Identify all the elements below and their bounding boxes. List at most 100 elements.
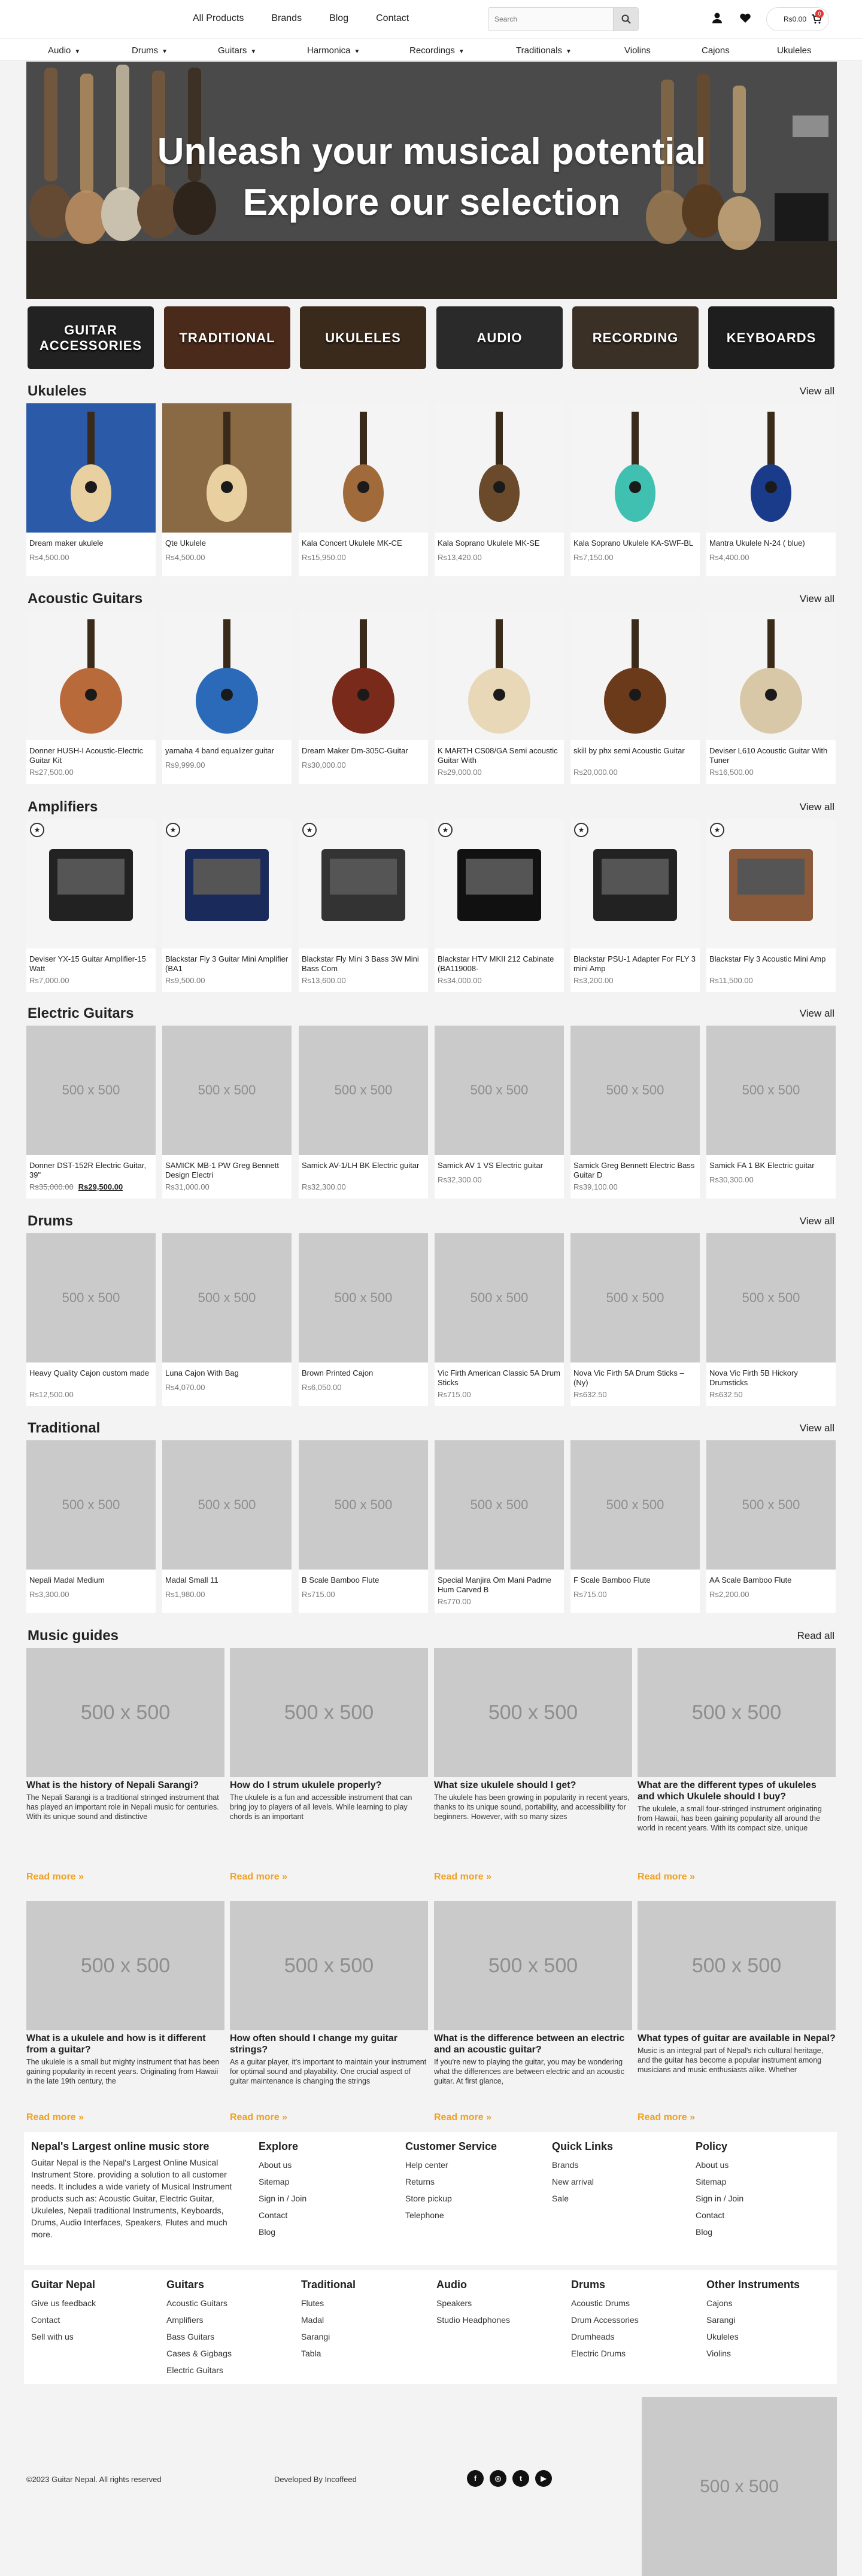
product-name[interactable]: Mantra Ukulele N-24 ( blue) <box>709 539 834 548</box>
guide-image[interactable]: 500 x 500 <box>26 1901 224 2030</box>
footer-link[interactable]: Contact <box>696 2207 743 2224</box>
tile-keyboards[interactable]: KEYBOARDS <box>708 306 834 369</box>
read-more-link[interactable]: Read more » <box>230 2112 287 2123</box>
product-image[interactable]: 500 x 500 <box>26 1233 156 1362</box>
footer-link[interactable]: Sitemap <box>259 2173 306 2190</box>
product-name[interactable]: Samick FA 1 BK Electric guitar <box>709 1161 834 1170</box>
product-image[interactable] <box>26 611 156 740</box>
product-card[interactable]: ★ Blackstar HTV MKII 212 Cabinate (BA1190… <box>435 819 564 992</box>
product-card[interactable]: Dream Maker Dm-305C-Guitar Rs30,000.00 <box>299 611 428 784</box>
footer-link[interactable]: Electric Guitars <box>166 2362 232 2379</box>
product-name[interactable]: Vic Firth American Classic 5A Drum Stick… <box>438 1368 562 1388</box>
product-image[interactable]: 500 x 500 <box>299 1026 428 1155</box>
product-image[interactable]: 500 x 500 <box>706 1026 836 1155</box>
footer-link[interactable]: Flutes <box>301 2295 356 2312</box>
wishlist-heart-icon[interactable] <box>739 12 751 27</box>
product-name[interactable]: yamaha 4 band equalizer guitar <box>165 746 290 756</box>
product-image[interactable] <box>706 403 836 533</box>
read-more-link[interactable]: Read more » <box>26 1872 84 1882</box>
product-image[interactable]: ★ <box>162 819 292 948</box>
product-card[interactable]: 500 x 500 Nepali Madal Medium Rs3,300.00 <box>26 1440 156 1613</box>
product-card[interactable]: K MARTH CS08/GA Semi acoustic Guitar Wit… <box>435 611 564 784</box>
guide-title[interactable]: What are the different types of ukuleles… <box>638 1780 836 1802</box>
product-name[interactable]: Brown Printed Cajon <box>302 1368 426 1378</box>
product-card[interactable]: ★ Blackstar PSU-1 Adapter For FLY 3 mini … <box>570 819 700 992</box>
product-card[interactable]: Kala Soprano Ukulele KA-SWF-BL Rs7,150.00 <box>570 403 700 576</box>
footer-link[interactable]: New arrival <box>552 2173 613 2190</box>
footer-link[interactable]: Tabla <box>301 2345 356 2362</box>
account-icon[interactable] <box>711 12 723 27</box>
product-image[interactable]: 500 x 500 <box>162 1233 292 1362</box>
tile-traditional[interactable]: TRADITIONAL <box>164 306 290 369</box>
footer-link[interactable]: Give us feedback <box>31 2295 96 2312</box>
category-harmonica[interactable]: Harmonica ▼ <box>307 45 360 56</box>
footer-link[interactable]: Sitemap <box>696 2173 743 2190</box>
product-name[interactable]: Samick AV-1/LH BK Electric guitar <box>302 1161 426 1170</box>
product-name[interactable]: skill by phx semi Acoustic Guitar <box>573 746 698 756</box>
product-name[interactable]: Special Manjira Om Mani Padme Hum Carved… <box>438 1576 562 1595</box>
product-name[interactable]: Samick Greg Bennett Electric Bass Guitar… <box>573 1161 698 1180</box>
product-name[interactable]: Samick AV 1 VS Electric guitar <box>438 1161 562 1170</box>
guide-title[interactable]: What size ukulele should I get? <box>434 1780 632 1791</box>
guide-card[interactable]: 500 x 500 What types of guitar are availa… <box>638 1901 836 2075</box>
product-image[interactable]: ★ <box>706 819 836 948</box>
guide-card[interactable]: 500 x 500 How often should I change my gu… <box>230 1901 428 2086</box>
product-image[interactable]: 500 x 500 <box>706 1440 836 1570</box>
guide-image[interactable]: 500 x 500 <box>230 1648 428 1777</box>
read-more-link[interactable]: Read more » <box>26 2112 84 2123</box>
product-image[interactable] <box>706 611 836 740</box>
product-card[interactable]: 500 x 500 Special Manjira Om Mani Padme H… <box>435 1440 564 1613</box>
product-image[interactable]: 500 x 500 <box>299 1233 428 1362</box>
product-card[interactable]: 500 x 500 AA Scale Bamboo Flute Rs2,200.00 <box>706 1440 836 1613</box>
footer-link[interactable]: Bass Guitars <box>166 2328 232 2345</box>
instagram-icon[interactable]: ◎ <box>490 2470 506 2487</box>
product-card[interactable]: Kala Soprano Ukulele MK-SE Rs13,420.00 <box>435 403 564 576</box>
product-card[interactable]: 500 x 500 F Scale Bamboo Flute Rs715.00 <box>570 1440 700 1613</box>
product-image[interactable]: 500 x 500 <box>435 1440 564 1570</box>
footer-link[interactable]: Acoustic Drums <box>571 2295 639 2312</box>
guide-card[interactable]: 500 x 500 What is a ukulele and how is it… <box>26 1901 224 2086</box>
footer-link[interactable]: About us <box>259 2157 306 2173</box>
view-all-link[interactable]: View all <box>800 1215 834 1227</box>
guide-card[interactable]: 500 x 500 What is the history of Nepali S… <box>26 1648 224 1821</box>
footer-link[interactable]: Electric Drums <box>571 2345 639 2362</box>
category-cajons[interactable]: Cajons <box>702 45 730 56</box>
view-all-link[interactable]: View all <box>800 1422 834 1434</box>
product-name[interactable]: Nova Vic Firth 5A Drum Sticks – (Ny) <box>573 1368 698 1388</box>
product-card[interactable]: 500 x 500 Nova Vic Firth 5A Drum Sticks –… <box>570 1233 700 1406</box>
footer-link[interactable]: About us <box>696 2157 743 2173</box>
product-image[interactable]: 500 x 500 <box>435 1026 564 1155</box>
footer-link[interactable]: Sign in / Join <box>696 2190 743 2207</box>
footer-link[interactable]: Sarangi <box>706 2312 800 2328</box>
guide-card[interactable]: 500 x 500 What are the different types of… <box>638 1648 836 1833</box>
product-name[interactable]: Blackstar Fly 3 Guitar Mini Amplifier (B… <box>165 954 290 974</box>
product-name[interactable]: Qte Ukulele <box>165 539 290 548</box>
product-name[interactable]: Kala Soprano Ukulele KA-SWF-BL <box>573 539 698 548</box>
footer-link[interactable]: Help center <box>405 2157 497 2173</box>
product-name[interactable]: Donner DST-152R Electric Guitar, 39" <box>29 1161 154 1180</box>
product-card[interactable]: ★ Deviser YX-15 Guitar Amplifier-15 Watt R… <box>26 819 156 992</box>
footer-link[interactable]: Sign in / Join <box>259 2190 306 2207</box>
product-name[interactable]: Dream Maker Dm-305C-Guitar <box>302 746 426 756</box>
product-name[interactable]: AA Scale Bamboo Flute <box>709 1576 834 1585</box>
product-name[interactable]: B Scale Bamboo Flute <box>302 1576 426 1585</box>
category-guitars[interactable]: Guitars ▼ <box>218 45 256 56</box>
product-name[interactable]: Heavy Quality Cajon custom made <box>29 1368 154 1378</box>
product-card[interactable]: 500 x 500 Heavy Quality Cajon custom made… <box>26 1233 156 1406</box>
product-image[interactable]: ★ <box>435 819 564 948</box>
read-more-link[interactable]: Read more » <box>434 2112 491 2123</box>
product-image[interactable]: ★ <box>299 819 428 948</box>
nav-contact[interactable]: Contact <box>376 13 409 24</box>
tile-recording[interactable]: RECORDING <box>572 306 699 369</box>
guide-image[interactable]: 500 x 500 <box>230 1901 428 2030</box>
guide-title[interactable]: What is the difference between an electr… <box>434 2033 632 2055</box>
product-card[interactable]: Mantra Ukulele N-24 ( blue) Rs4,400.00 <box>706 403 836 576</box>
product-image[interactable] <box>435 611 564 740</box>
guide-image[interactable]: 500 x 500 <box>434 1901 632 2030</box>
product-image[interactable] <box>570 611 700 740</box>
category-violins[interactable]: Violins <box>624 45 651 56</box>
product-card[interactable]: 500 x 500 Samick Greg Bennett Electric Ba… <box>570 1026 700 1199</box>
product-card[interactable]: 500 x 500 Nova Vic Firth 5B Hickory Drums… <box>706 1233 836 1406</box>
guide-image[interactable]: 500 x 500 <box>638 1648 836 1777</box>
product-image[interactable] <box>299 403 428 533</box>
